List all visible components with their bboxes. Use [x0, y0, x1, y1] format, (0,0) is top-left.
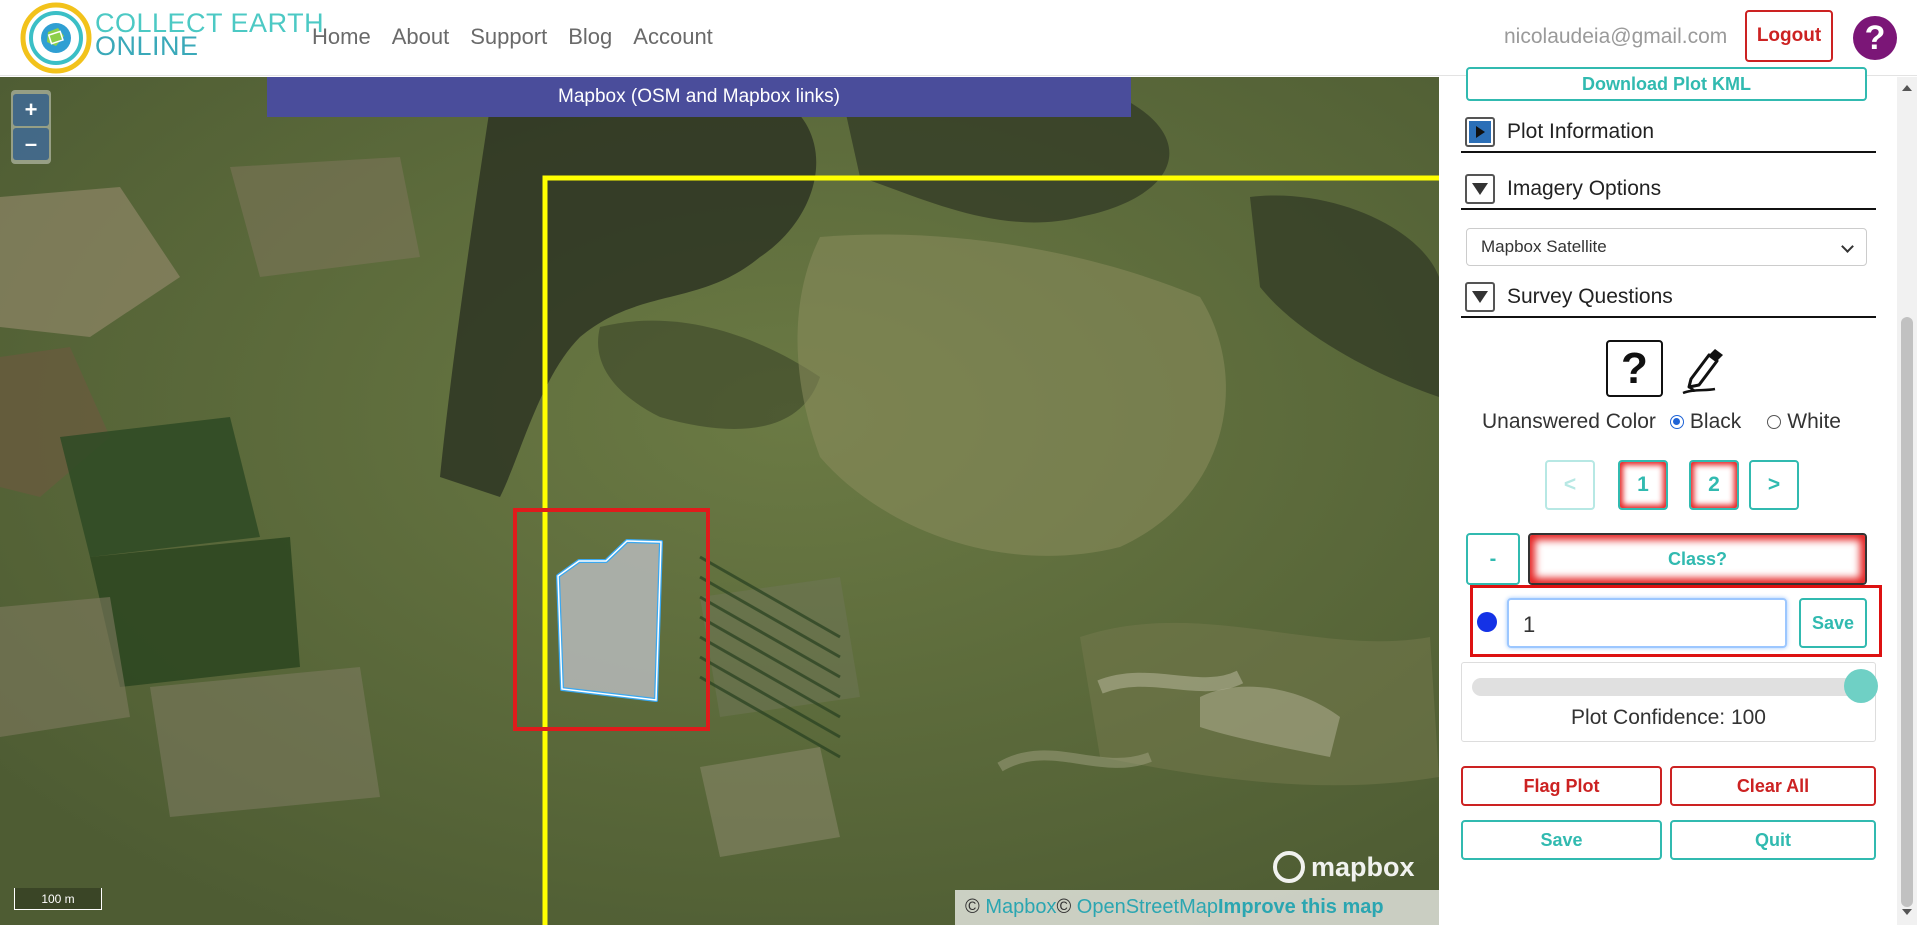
scale-bar: 100 m [14, 888, 102, 910]
color-white-label: White [1787, 410, 1841, 433]
plot-information-header[interactable]: Plot Information [1461, 113, 1876, 153]
top-navbar: COLLECT EARTH ONLINE Home About Support … [0, 0, 1917, 76]
collapse-question-button[interactable]: - [1466, 533, 1520, 585]
mapbox-logo[interactable]: mapbox [1273, 851, 1415, 883]
sidebar-scrollbar[interactable] [1897, 77, 1917, 925]
scroll-up-icon[interactable] [1902, 85, 1912, 91]
question-class-button[interactable]: Class? [1528, 533, 1867, 585]
confidence-slider-track[interactable] [1472, 678, 1862, 696]
copyright-symbol: © [965, 896, 980, 918]
mapbox-logo-text: mapbox [1311, 851, 1415, 882]
zoom-out-button[interactable]: – [13, 128, 49, 160]
nav-account[interactable]: Account [633, 24, 713, 50]
color-black-radio[interactable] [1669, 415, 1684, 429]
mapbox-link[interactable]: Mapbox [985, 896, 1056, 918]
scroll-down-icon[interactable] [1902, 909, 1912, 915]
nav-blog[interactable]: Blog [568, 24, 612, 50]
zoom-in-button[interactable]: + [13, 94, 49, 126]
confidence-slider-thumb[interactable] [1844, 669, 1878, 703]
main-nav: Home About Support Blog Account [312, 24, 734, 50]
zoom-control: + – [11, 90, 51, 164]
clear-all-button[interactable]: Clear All [1670, 766, 1876, 806]
collapse-icon[interactable] [1465, 282, 1495, 312]
flag-plot-button[interactable]: Flag Plot [1461, 766, 1662, 806]
color-black-label: Black [1689, 410, 1742, 433]
collect-earth-logo[interactable] [20, 2, 92, 74]
question-page-1[interactable]: 1 [1618, 460, 1668, 510]
user-email: nicolaudeia@gmail.com [1504, 25, 1728, 48]
nav-support[interactable]: Support [470, 24, 547, 50]
chevron-down-icon [1841, 240, 1854, 253]
answer-input[interactable]: 1 [1507, 598, 1787, 648]
nav-home[interactable]: Home [312, 24, 371, 50]
plot-confidence-label: Plot Confidence: 100 [1571, 706, 1766, 729]
answer-color-swatch [1477, 612, 1497, 632]
plot-information-title: Plot Information [1507, 120, 1655, 143]
logout-button[interactable]: Logout [1745, 10, 1833, 62]
color-white-radio[interactable] [1767, 415, 1782, 429]
brand-name[interactable]: COLLECT EARTH ONLINE [95, 10, 324, 61]
imagery-select[interactable]: Mapbox Satellite [1466, 228, 1867, 266]
expand-icon[interactable] [1465, 117, 1495, 147]
question-page-2[interactable]: 2 [1689, 460, 1739, 510]
map-attribution: © Mapbox© OpenStreetMapImprove this map [955, 890, 1439, 925]
nav-about[interactable]: About [392, 24, 450, 50]
plot-confidence-panel: Plot Confidence: 100 [1461, 662, 1878, 742]
openstreetmap-link[interactable]: OpenStreetMap [1077, 896, 1218, 918]
answer-row: 1 Save [1470, 585, 1882, 657]
collapse-icon[interactable] [1465, 174, 1495, 204]
brand-line-2: ONLINE [95, 31, 199, 61]
scrollbar-thumb[interactable] [1901, 317, 1913, 907]
imagery-options-title: Imagery Options [1507, 177, 1662, 200]
download-plot-kml-button[interactable]: Download Plot KML [1466, 67, 1867, 101]
map-view[interactable]: + – Mapbox (OSM and Mapbox links) 100 m … [0, 77, 1439, 925]
unanswered-question-icon[interactable]: ? [1606, 340, 1663, 397]
improve-map-link[interactable]: Improve this map [1218, 896, 1384, 918]
help-icon[interactable]: ? [1853, 16, 1897, 60]
answer-save-button[interactable]: Save [1799, 598, 1867, 648]
collection-sidebar: Download Plot KML Plot Information Image… [1439, 67, 1897, 925]
imagery-select-value: Mapbox Satellite [1481, 237, 1607, 256]
mapbox-logo-icon [1273, 851, 1305, 883]
prev-question-button[interactable]: < [1545, 460, 1595, 510]
unanswered-color-label: Unanswered Color [1482, 410, 1656, 433]
quit-button[interactable]: Quit [1670, 820, 1876, 860]
imagery-attribution-banner: Mapbox (OSM and Mapbox links) [267, 77, 1131, 117]
survey-questions-title: Survey Questions [1507, 285, 1673, 308]
copyright-symbol: © [1056, 896, 1072, 918]
survey-questions-header[interactable]: Survey Questions [1461, 278, 1876, 318]
satellite-imagery [0, 77, 1439, 925]
save-plot-button[interactable]: Save [1461, 820, 1662, 860]
unanswered-color-setting: Unanswered Color Black White [1482, 410, 1841, 434]
next-question-button[interactable]: > [1749, 460, 1799, 510]
draw-pen-icon[interactable] [1679, 345, 1729, 395]
imagery-options-header[interactable]: Imagery Options [1461, 170, 1876, 210]
